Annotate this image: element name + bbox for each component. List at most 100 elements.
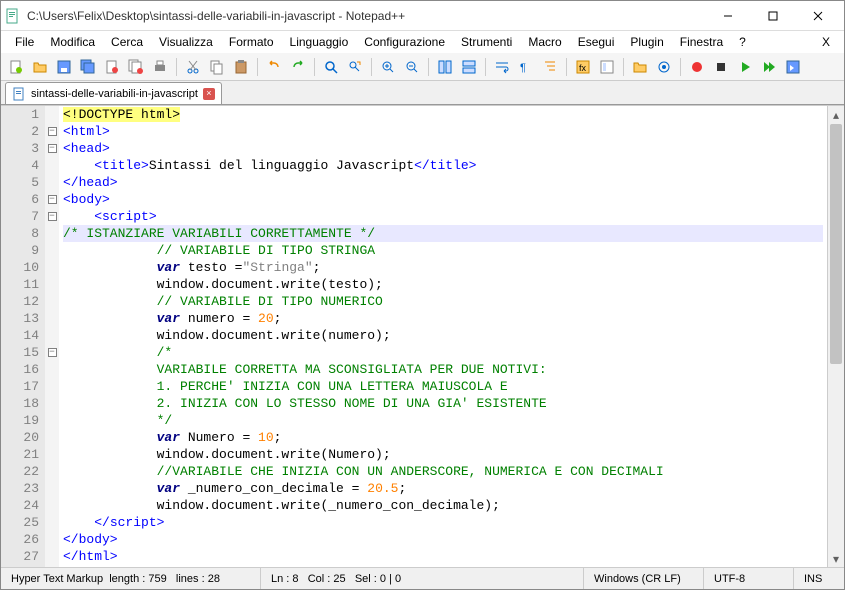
replace-icon[interactable] <box>344 56 366 78</box>
save-icon[interactable] <box>53 56 75 78</box>
save-all-icon[interactable] <box>77 56 99 78</box>
menu-linguaggio[interactable]: Linguaggio <box>282 33 357 51</box>
scrollbar-thumb[interactable] <box>830 124 842 364</box>
fold-marker <box>45 225 59 242</box>
fold-marker <box>45 242 59 259</box>
fold-marker[interactable]: − <box>45 344 59 361</box>
copy-icon[interactable] <box>206 56 228 78</box>
play-icon[interactable] <box>734 56 756 78</box>
status-eol: Windows (CR LF) <box>584 568 704 589</box>
fold-marker[interactable]: − <box>45 191 59 208</box>
code-line[interactable]: 1. PERCHE' INIZIA CON UNA LETTERA MAIUSC… <box>63 378 823 395</box>
zoom-in-icon[interactable] <box>377 56 399 78</box>
sync-h-icon[interactable] <box>458 56 480 78</box>
code-line[interactable]: window.document.write(numero); <box>63 327 823 344</box>
code-line[interactable]: window.document.write(Numero); <box>63 446 823 463</box>
stop-icon[interactable] <box>710 56 732 78</box>
new-file-icon[interactable] <box>5 56 27 78</box>
open-file-icon[interactable] <box>29 56 51 78</box>
line-number: 7 <box>1 208 39 225</box>
code-line[interactable]: <head> <box>63 140 823 157</box>
menu-file[interactable]: File <box>7 33 42 51</box>
code-line[interactable]: </html> <box>63 548 823 565</box>
indent-guide-icon[interactable] <box>539 56 561 78</box>
menu-formato[interactable]: Formato <box>221 33 282 51</box>
wordwrap-icon[interactable] <box>491 56 513 78</box>
menu-finestra[interactable]: Finestra <box>672 33 731 51</box>
menu-esegui[interactable]: Esegui <box>570 33 623 51</box>
zoom-out-icon[interactable] <box>401 56 423 78</box>
tab-close-button[interactable]: × <box>203 88 215 100</box>
monitor-icon[interactable] <box>653 56 675 78</box>
paste-icon[interactable] <box>230 56 252 78</box>
code-line[interactable]: var testo ="Stringa"; <box>63 259 823 276</box>
code-line[interactable]: //VARIABILE CHE INIZIA CON UN ANDERSCORE… <box>63 463 823 480</box>
code-line[interactable]: var Numero = 10; <box>63 429 823 446</box>
code-line[interactable]: 2. INIZIA CON LO STESSO NOME DI UNA GIA'… <box>63 395 823 412</box>
undo-icon[interactable] <box>263 56 285 78</box>
menu-cerca[interactable]: Cerca <box>103 33 151 51</box>
line-number: 11 <box>1 276 39 293</box>
code-line[interactable]: VARIABILE CORRETTA MA SCONSIGLIATA PER D… <box>63 361 823 378</box>
menu-strumenti[interactable]: Strumenti <box>453 33 520 51</box>
sync-v-icon[interactable] <box>434 56 456 78</box>
menu-help[interactable]: ? <box>731 33 754 51</box>
close-all-icon[interactable] <box>125 56 147 78</box>
code-line[interactable]: window.document.write(_numero_con_decima… <box>63 497 823 514</box>
save-macro-icon[interactable] <box>782 56 804 78</box>
code-line[interactable]: // VARIABILE DI TIPO STRINGA <box>63 242 823 259</box>
fold-marker[interactable]: − <box>45 123 59 140</box>
redo-icon[interactable] <box>287 56 309 78</box>
record-icon[interactable] <box>686 56 708 78</box>
lang-icon[interactable]: fx <box>572 56 594 78</box>
line-number: 3 <box>1 140 39 157</box>
line-number-gutter: 1234567891011121314151617181920212223242… <box>1 106 45 567</box>
fold-marker <box>45 174 59 191</box>
menu-macro[interactable]: Macro <box>520 33 569 51</box>
fold-marker[interactable]: − <box>45 208 59 225</box>
vertical-scrollbar[interactable]: ▴ ▾ <box>827 106 844 567</box>
statusbar: Hyper Text Markup length : 759 lines : 2… <box>1 567 844 589</box>
code-line[interactable]: var numero = 20; <box>63 310 823 327</box>
code-line[interactable]: var _numero_con_decimale = 20.5; <box>63 480 823 497</box>
code-line[interactable]: <script> <box>63 208 823 225</box>
menu-close-doc[interactable]: X <box>814 33 838 51</box>
scroll-down-arrow[interactable]: ▾ <box>828 550 844 567</box>
folder-icon[interactable] <box>629 56 651 78</box>
menu-plugin[interactable]: Plugin <box>622 33 671 51</box>
line-number: 27 <box>1 548 39 565</box>
fold-marker[interactable]: − <box>45 140 59 157</box>
code-line[interactable]: <!DOCTYPE html> <box>63 106 823 123</box>
code-line[interactable]: <html> <box>63 123 823 140</box>
code-line[interactable]: </body> <box>63 531 823 548</box>
maximize-button[interactable] <box>750 2 795 30</box>
close-window-button[interactable] <box>795 2 840 30</box>
code-line[interactable]: window.document.write(testo); <box>63 276 823 293</box>
play-multi-icon[interactable] <box>758 56 780 78</box>
code-line[interactable]: /* ISTANZIARE VARIABILI CORRETTAMENTE */ <box>63 225 823 242</box>
code-line[interactable]: <body> <box>63 191 823 208</box>
code-line[interactable]: <title>Sintassi del linguaggio Javascrip… <box>63 157 823 174</box>
menu-modifica[interactable]: Modifica <box>42 33 103 51</box>
menu-visualizza[interactable]: Visualizza <box>151 33 221 51</box>
fold-marker <box>45 157 59 174</box>
svg-text:¶: ¶ <box>520 62 526 74</box>
code-line[interactable]: </head> <box>63 174 823 191</box>
menu-configurazione[interactable]: Configurazione <box>356 33 453 51</box>
allchars-icon[interactable]: ¶ <box>515 56 537 78</box>
code-line[interactable]: /* <box>63 344 823 361</box>
print-icon[interactable] <box>149 56 171 78</box>
code-line[interactable]: */ <box>63 412 823 429</box>
find-icon[interactable] <box>320 56 342 78</box>
document-tab[interactable]: sintassi-delle-variabili-in-javascript × <box>5 82 222 104</box>
code-area[interactable]: <!DOCTYPE html><html><head> <title>Sinta… <box>59 106 827 567</box>
code-line[interactable]: // VARIABILE DI TIPO NUMERICO <box>63 293 823 310</box>
doc-map-icon[interactable] <box>596 56 618 78</box>
code-line[interactable]: </script> <box>63 514 823 531</box>
close-icon[interactable] <box>101 56 123 78</box>
line-number: 13 <box>1 310 39 327</box>
minimize-button[interactable] <box>705 2 750 30</box>
scroll-up-arrow[interactable]: ▴ <box>828 106 844 123</box>
cut-icon[interactable] <box>182 56 204 78</box>
line-number: 17 <box>1 378 39 395</box>
